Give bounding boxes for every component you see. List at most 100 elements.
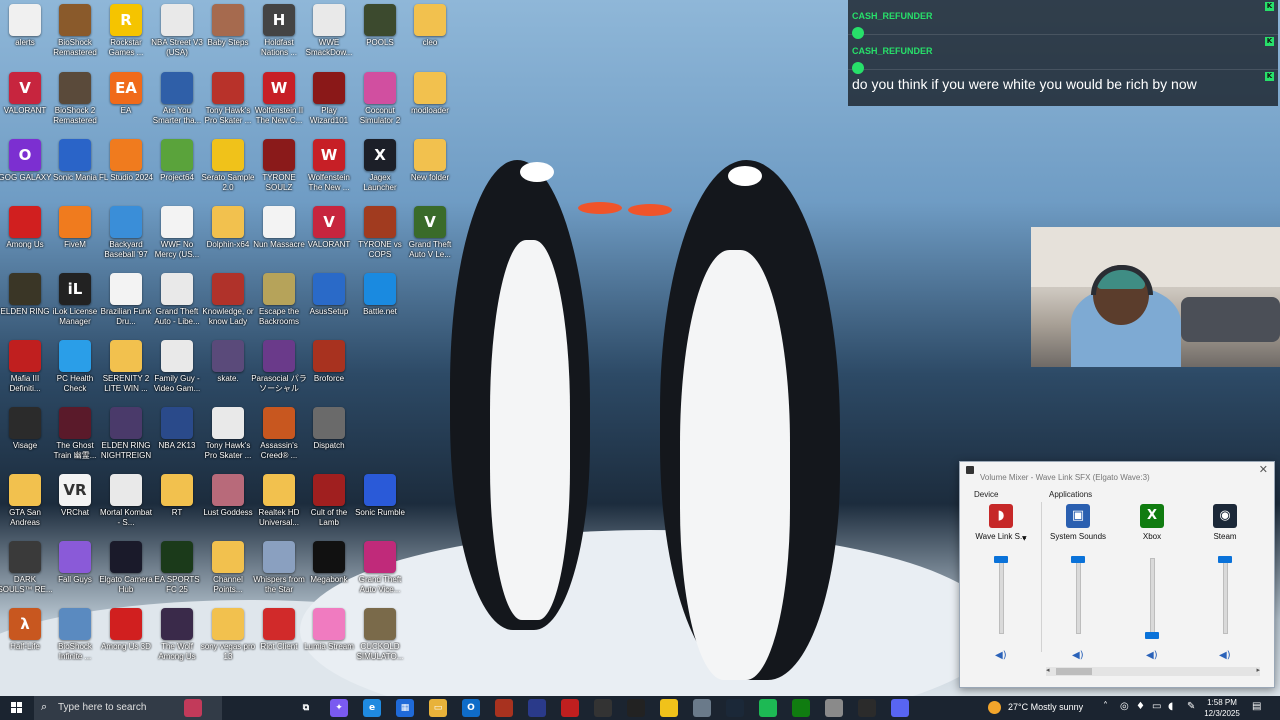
- desktop-shortcut[interactable]: CUCKOLD SIMULATO...: [355, 608, 405, 674]
- megabonk-icon[interactable]: [561, 699, 579, 717]
- volume-slider-track[interactable]: [1076, 558, 1081, 634]
- desktop-shortcut[interactable]: Visage: [0, 407, 50, 473]
- system-sounds-icon[interactable]: ▣: [1066, 504, 1090, 528]
- desktop-shortcut[interactable]: BioShock Remastered: [50, 4, 100, 70]
- desktop-shortcut[interactable]: EA EA: [101, 72, 151, 138]
- volume-slider-thumb[interactable]: [1071, 556, 1085, 563]
- desktop-shortcut[interactable]: Serato Sample 2.0: [202, 139, 254, 205]
- scroll-left-icon[interactable]: ◂: [1046, 666, 1050, 674]
- xbox-icon[interactable]: X: [1140, 504, 1164, 528]
- desktop-shortcut[interactable]: V VALORANT: [304, 206, 354, 272]
- desktop-shortcut[interactable]: Assassin's Creed® ...: [254, 407, 304, 473]
- copilot-icon[interactable]: ✦: [330, 699, 348, 717]
- pen-icon[interactable]: ✎: [1187, 701, 1195, 712]
- desktop-shortcut[interactable]: skate.: [203, 340, 253, 406]
- desktop-shortcut[interactable]: W Wolfenstein II The New C...: [254, 72, 304, 138]
- nun-icon[interactable]: [594, 699, 612, 717]
- outlook-icon[interactable]: O: [462, 699, 480, 717]
- desktop-shortcut[interactable]: TYRONE SOULZ: [254, 139, 304, 205]
- weather-widget[interactable]: 27°C Mostly sunny: [988, 696, 1088, 720]
- desktop-shortcut[interactable]: Coconut Simulator 2: [355, 72, 405, 138]
- desktop-shortcut[interactable]: Riot Client: [254, 608, 304, 674]
- desktop-shortcut[interactable]: The Wolf Among Us: [152, 608, 202, 674]
- desktop-shortcut[interactable]: sony vegas pro 13: [201, 608, 255, 674]
- mute-speaker-icon[interactable]: ◀): [1219, 650, 1231, 661]
- volume-slider-thumb[interactable]: [994, 556, 1008, 563]
- desktop-shortcut[interactable]: V VALORANT: [0, 72, 50, 138]
- desktop-shortcut[interactable]: SERENITY 2 LITE WIN ...: [101, 340, 151, 406]
- show-hidden-icons-chevron-icon[interactable]: ˄: [1103, 701, 1108, 712]
- desktop-shortcut[interactable]: Elgato Camera Hub: [99, 541, 153, 607]
- desktop-shortcut[interactable]: FiveM: [50, 206, 100, 272]
- desktop-shortcut[interactable]: X Jagex Launcher: [355, 139, 405, 205]
- desktop-shortcut[interactable]: FL Studio 2024: [99, 139, 153, 205]
- spotify-icon[interactable]: [759, 699, 777, 717]
- app-icon-2[interactable]: [825, 699, 843, 717]
- desktop-shortcut[interactable]: Realtek HD Universal...: [254, 474, 304, 540]
- mute-speaker-icon[interactable]: ◀): [1146, 650, 1158, 661]
- desktop-shortcut[interactable]: H Holdfast Nations ...: [254, 4, 304, 70]
- desktop-shortcut[interactable]: W Wolfenstein The New ...: [304, 139, 354, 205]
- desktop-shortcut[interactable]: iL iLok License Manager: [50, 273, 100, 339]
- desktop-shortcut[interactable]: BioShock Infinite ...: [50, 608, 100, 674]
- desktop-shortcut[interactable]: Escape the Backrooms: [254, 273, 304, 339]
- desktop-shortcut[interactable]: Cult of the Lamb: [304, 474, 354, 540]
- skate-icon[interactable]: [627, 699, 645, 717]
- desktop-shortcut[interactable]: VR VRChat: [50, 474, 100, 540]
- scroll-thumb[interactable]: [1056, 668, 1092, 675]
- desktop-shortcut[interactable]: RT: [152, 474, 202, 540]
- steam-icon[interactable]: ◉: [1213, 504, 1237, 528]
- volume-slider-thumb[interactable]: [1218, 556, 1232, 563]
- mixer-titlebar[interactable]: Volume Mixer - Wave Link SFX (Elgato Wav…: [960, 462, 1274, 482]
- desktop-shortcut[interactable]: ELDEN RING: [0, 273, 50, 339]
- volume-slider-thumb[interactable]: [1145, 632, 1159, 639]
- desktop-shortcut[interactable]: TYRONE vs COPS: [355, 206, 405, 272]
- desktop-shortcut[interactable]: Parasocial パラソーシャル: [251, 340, 307, 406]
- desktop-shortcut[interactable]: DARK SOULS™ RE...: [0, 541, 53, 607]
- notifications-icon[interactable]: ▤: [1252, 701, 1261, 712]
- desktop-shortcut[interactable]: Nun Massacre: [253, 206, 305, 272]
- steam-icon[interactable]: [726, 699, 744, 717]
- desktop-shortcut[interactable]: GTA San Andreas: [0, 474, 50, 540]
- desktop-shortcut[interactable]: Lust Goddess: [203, 474, 253, 540]
- desktop-shortcut[interactable]: Play Wizard101: [304, 72, 354, 138]
- microphone-icon[interactable]: ♦: [1136, 701, 1145, 712]
- desktop-shortcut[interactable]: Knowledge, or know Lady: [202, 273, 254, 339]
- desktop-shortcut[interactable]: Channel Points...: [203, 541, 253, 607]
- desktop-shortcut[interactable]: Grand Theft Auto - Libe...: [152, 273, 202, 339]
- desktop-shortcut[interactable]: cleo: [405, 4, 455, 70]
- mute-speaker-icon[interactable]: ◀): [1072, 650, 1084, 661]
- volume-slider-track[interactable]: [1150, 558, 1155, 634]
- computer-icon[interactable]: [693, 699, 711, 717]
- start-button[interactable]: [0, 696, 34, 720]
- desktop-shortcut[interactable]: WWF No Mercy (US...: [152, 206, 202, 272]
- discord-icon[interactable]: [891, 699, 909, 717]
- scroll-right-icon[interactable]: ▸: [1256, 666, 1260, 674]
- desktop-shortcut[interactable]: New folder: [405, 139, 455, 205]
- desktop-shortcut[interactable]: NBA 2K13: [152, 407, 202, 473]
- desktop-shortcut[interactable]: Dolphin-x64: [203, 206, 253, 272]
- desktop-shortcut[interactable]: The Ghost Train 幽霊...: [50, 407, 100, 473]
- desktop-shortcut[interactable]: Mafia III Definiti...: [0, 340, 50, 406]
- desktop-shortcut[interactable]: alerts: [0, 4, 50, 70]
- desktop-shortcut[interactable]: Whispers from the Star: [253, 541, 305, 607]
- desktop-shortcut[interactable]: O GOG GALAXY: [0, 139, 51, 205]
- horizontal-scrollbar[interactable]: ◂ ▸: [1046, 666, 1260, 676]
- desktop-shortcut[interactable]: Baby Steps: [203, 4, 253, 70]
- photos-icon[interactable]: [184, 699, 202, 717]
- desktop-shortcut[interactable]: Megabonk: [304, 541, 354, 607]
- desktop-shortcut[interactable]: Brazilian Funk Dru...: [101, 273, 151, 339]
- desktop-shortcut[interactable]: Among Us: [0, 206, 50, 272]
- store-icon[interactable]: ▦: [396, 699, 414, 717]
- desktop-shortcut[interactable]: BioShock 2 Remastered: [50, 72, 100, 138]
- desktop-shortcut[interactable]: Lumia Stream: [304, 608, 354, 674]
- desktop-shortcut[interactable]: Backyard Baseball '97: [101, 206, 151, 272]
- volume-slider-track[interactable]: [999, 558, 1004, 634]
- desktop-shortcut[interactable]: Tony Hawk's Pro Skater ...: [203, 407, 253, 473]
- explorer-icon[interactable]: ▭: [429, 699, 447, 717]
- network-icon[interactable]: ▭: [1152, 701, 1161, 712]
- desktop-shortcut[interactable]: AsusSetup: [304, 273, 354, 339]
- desktop-shortcut[interactable]: ELDEN RING NIGHTREIGN: [101, 407, 151, 473]
- volume-slider-track[interactable]: [1223, 558, 1228, 634]
- desktop-shortcut[interactable]: Are You Smarter tha...: [152, 72, 202, 138]
